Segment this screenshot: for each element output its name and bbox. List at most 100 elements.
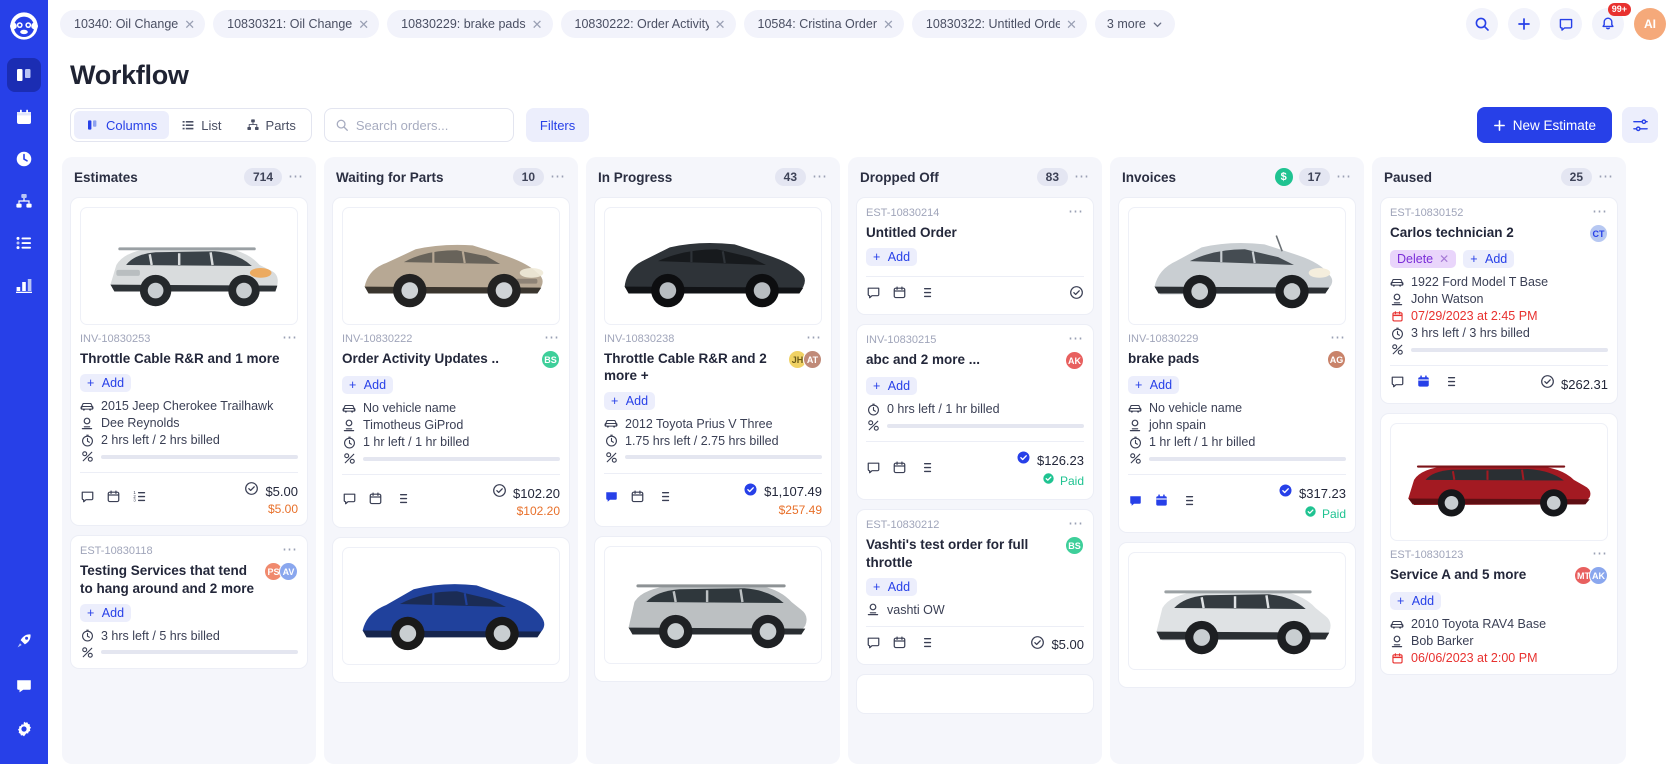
- add-tag-button[interactable]: + Add: [866, 377, 918, 396]
- sidebar-item-lists[interactable]: [7, 226, 41, 260]
- card-menu-icon[interactable]: ⋯: [1068, 204, 1084, 219]
- checklist-icon[interactable]: [394, 491, 409, 511]
- sidebar-item-reports[interactable]: [7, 268, 41, 302]
- add-tag-button[interactable]: + Add: [1128, 376, 1180, 394]
- checklist-icon[interactable]: [918, 635, 933, 655]
- card-menu-icon[interactable]: ⋯: [282, 542, 298, 557]
- column-body[interactable]: EST-10830214 ⋯ Untitled Order + Add INV-…: [848, 197, 1102, 764]
- comment-filled-icon[interactable]: [1128, 493, 1143, 513]
- card-menu-icon[interactable]: ⋯: [1068, 331, 1084, 346]
- add-tag-button[interactable]: + Add: [1463, 250, 1515, 268]
- avatar[interactable]: AG: [1327, 350, 1346, 369]
- column-menu-icon[interactable]: ⋯: [550, 169, 566, 184]
- order-card[interactable]: INV-10830253 ⋯ Throttle Cable R&R and 1 …: [70, 197, 308, 527]
- open-tab[interactable]: 10830321: Oil Change ✕: [213, 10, 380, 38]
- comment-icon[interactable]: [80, 489, 95, 509]
- column-body[interactable]: INV-10830253 ⋯ Throttle Cable R&R and 1 …: [62, 197, 316, 764]
- add-tag-button[interactable]: + Add: [866, 248, 918, 267]
- app-logo[interactable]: [4, 6, 44, 46]
- sidebar-item-hierarchy[interactable]: [7, 184, 41, 218]
- comment-icon[interactable]: [866, 460, 881, 480]
- avatar[interactable]: AT: [803, 350, 822, 369]
- card-menu-icon[interactable]: ⋯: [1592, 204, 1608, 219]
- add-tag-button[interactable]: + Add: [866, 577, 918, 596]
- user-avatar[interactable]: AI: [1634, 8, 1666, 40]
- board-settings-button[interactable]: [1622, 107, 1658, 143]
- messages-icon[interactable]: [1550, 8, 1582, 40]
- delete-tag-chip[interactable]: Delete ✕: [1390, 250, 1457, 268]
- card-menu-icon[interactable]: ⋯: [282, 330, 298, 345]
- chat-icon[interactable]: [7, 668, 41, 702]
- close-icon[interactable]: ✕: [1439, 252, 1449, 266]
- column-menu-icon[interactable]: ⋯: [812, 169, 828, 184]
- order-card[interactable]: EST-10830212 ⋯ Vashti's test order for f…: [856, 509, 1094, 665]
- calendar-icon[interactable]: [892, 285, 907, 305]
- sidebar-item-board[interactable]: [7, 58, 41, 92]
- filters-button[interactable]: Filters: [525, 108, 590, 142]
- column-menu-icon[interactable]: ⋯: [1074, 169, 1090, 184]
- column-menu-icon[interactable]: ⋯: [288, 169, 304, 184]
- avatar[interactable]: AK: [1065, 351, 1084, 371]
- comment-icon[interactable]: [866, 285, 881, 305]
- order-card[interactable]: [856, 673, 1094, 714]
- order-card[interactable]: INV-10830215 ⋯ abc and 2 more ... AK + A…: [856, 324, 1094, 501]
- order-card[interactable]: [332, 537, 570, 683]
- calendar-icon[interactable]: [630, 489, 645, 509]
- comment-icon[interactable]: [1390, 374, 1405, 394]
- sidebar-item-timeclock[interactable]: [7, 142, 41, 176]
- order-card[interactable]: INV-10830229 ⋯ brake pads AG + Add No ve…: [1118, 197, 1356, 533]
- order-card[interactable]: INV-10830238 ⋯ Throttle Cable R&R and 2 …: [594, 197, 832, 527]
- checklist-icon[interactable]: [918, 460, 933, 480]
- close-icon[interactable]: ✕: [883, 18, 894, 31]
- close-icon[interactable]: ✕: [1066, 18, 1077, 31]
- calendar-filled-icon[interactable]: [1416, 374, 1431, 394]
- add-tag-button[interactable]: + Add: [342, 376, 394, 394]
- card-menu-icon[interactable]: ⋯: [544, 330, 560, 345]
- open-tab[interactable]: 10830222: Order Activity ✕: [560, 10, 736, 38]
- checklist-icon[interactable]: [918, 285, 933, 305]
- open-tab[interactable]: 10584: Cristina Order ✕: [743, 10, 904, 38]
- order-card[interactable]: EST-10830123 ⋯ Service A and 5 more MT A…: [1380, 413, 1618, 675]
- calendar-filled-icon[interactable]: [1154, 493, 1169, 513]
- close-icon[interactable]: ✕: [532, 18, 543, 31]
- tab-list[interactable]: List: [169, 111, 233, 139]
- comment-filled-icon[interactable]: [604, 489, 619, 509]
- column-body[interactable]: EST-10830152 ⋯ Carlos technician 2 CT De…: [1372, 197, 1626, 764]
- comment-icon[interactable]: [866, 635, 881, 655]
- calendar-icon[interactable]: [892, 460, 907, 480]
- column-body[interactable]: INV-10830222 ⋯ Order Activity Updates ..…: [324, 197, 578, 764]
- order-card[interactable]: EST-10830118 ⋯ Testing Services that ten…: [70, 535, 308, 669]
- avatar[interactable]: BS: [541, 350, 560, 369]
- search-input[interactable]: [355, 117, 496, 133]
- close-icon[interactable]: ✕: [184, 18, 195, 31]
- search-orders-box[interactable]: [323, 108, 514, 142]
- comment-icon[interactable]: [342, 491, 357, 511]
- calendar-icon[interactable]: [892, 635, 907, 655]
- checklist-icon[interactable]: [656, 489, 671, 509]
- calendar-icon[interactable]: [368, 491, 383, 511]
- more-tabs-button[interactable]: 3 more: [1094, 10, 1175, 38]
- order-card[interactable]: INV-10830222 ⋯ Order Activity Updates ..…: [332, 197, 570, 528]
- add-tag-button[interactable]: + Add: [604, 391, 656, 410]
- close-icon[interactable]: ✕: [358, 18, 369, 31]
- rocket-icon[interactable]: [7, 624, 41, 658]
- open-tab[interactable]: 10830229: brake pads ✕: [387, 10, 553, 38]
- card-menu-icon[interactable]: ⋯: [1068, 516, 1084, 531]
- card-menu-icon[interactable]: ⋯: [1330, 330, 1346, 345]
- column-body[interactable]: INV-10830238 ⋯ Throttle Cable R&R and 2 …: [586, 197, 840, 764]
- notifications-bell-icon[interactable]: 99+: [1592, 3, 1631, 40]
- card-menu-icon[interactable]: ⋯: [806, 330, 822, 345]
- card-menu-icon[interactable]: ⋯: [1592, 546, 1608, 561]
- plus-icon[interactable]: [1508, 8, 1540, 40]
- new-estimate-button[interactable]: New Estimate: [1476, 107, 1612, 143]
- avatar[interactable]: BS: [1065, 536, 1084, 556]
- tab-columns[interactable]: Columns: [74, 111, 170, 139]
- column-menu-icon[interactable]: ⋯: [1336, 169, 1352, 184]
- sidebar-item-calendar[interactable]: [7, 100, 41, 134]
- column-body[interactable]: INV-10830229 ⋯ brake pads AG + Add No ve…: [1110, 197, 1364, 764]
- open-tab[interactable]: 10830322: Untitled Order ✕: [911, 10, 1087, 38]
- add-tag-button[interactable]: + Add: [1390, 592, 1442, 610]
- close-icon[interactable]: ✕: [715, 18, 726, 31]
- order-card[interactable]: [1118, 542, 1356, 688]
- calendar-icon[interactable]: [106, 489, 121, 509]
